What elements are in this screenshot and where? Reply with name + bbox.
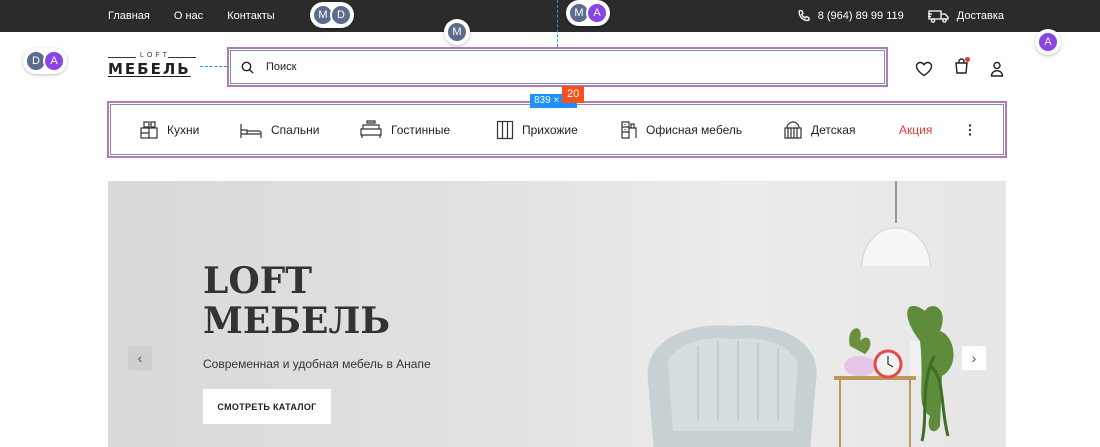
collaborator-avatar: M (446, 21, 468, 43)
category-label: Спальни (271, 122, 320, 137)
collaborator-single-right[interactable]: A (1035, 29, 1061, 55)
logo-line-left (108, 57, 136, 58)
category-label: Кухни (167, 122, 200, 137)
collaborator-avatar: A (586, 2, 608, 24)
category-label: Акция (899, 122, 933, 137)
guide-line-vertical (557, 0, 558, 47)
prev-slide-button[interactable]: ‹ (128, 346, 152, 370)
top-nav-home[interactable]: Главная (108, 10, 150, 22)
collaborator-avatar: D (330, 4, 352, 26)
category-sale[interactable]: Акция (899, 103, 932, 156)
search-icon (241, 61, 254, 73)
collaborator-avatar: A (1037, 31, 1059, 53)
top-nav-contacts[interactable]: Контакты (227, 10, 275, 22)
delivery-label: Доставка (956, 10, 1004, 22)
truck-icon (927, 10, 949, 23)
top-contacts: 8 (964) 89 99 119 Доставка (797, 0, 1004, 32)
next-slide-button[interactable]: › (962, 346, 986, 370)
guide-line-horizontal (200, 66, 227, 67)
phone-link[interactable]: 8 (964) 89 99 119 (797, 9, 904, 23)
category-label: Офисная мебель (646, 122, 743, 137)
category-label: Прихожие (522, 122, 578, 137)
search-placeholder: Поиск (266, 61, 297, 73)
category-label: Гостинные (391, 122, 451, 137)
category-living-rooms[interactable]: Гостинные (359, 103, 450, 156)
office-icon (621, 120, 637, 139)
spacing-badge: 20 (562, 86, 585, 103)
logo-line-right (168, 57, 196, 58)
collaborators-group-left[interactable]: D A (23, 48, 67, 74)
heart-icon[interactable] (915, 61, 933, 77)
logo-main-text: МЕБЕЛЬ (108, 60, 191, 78)
collaborator-single-mid[interactable]: M (444, 19, 470, 45)
search-input[interactable]: Поиск (227, 47, 888, 87)
hero-banner: LOFT МЕБЕЛЬ Современная и удобная мебель… (108, 181, 1006, 447)
cart-button[interactable] (954, 57, 970, 79)
top-bar: Главная О нас Контакты 8 (964) 89 99 119… (0, 0, 1100, 32)
delivery-link[interactable]: Доставка (927, 9, 1004, 23)
category-bedrooms[interactable]: Спальни (239, 103, 319, 156)
logo[interactable]: LOFT МЕБЕЛЬ (108, 52, 200, 78)
category-kitchens[interactable]: Кухни (139, 103, 199, 156)
more-button[interactable] (967, 103, 973, 156)
collaborators-group-topright[interactable]: M A (566, 0, 610, 26)
category-nav: Кухни Спальни Гостинные Прихожие Офисная… (107, 101, 1007, 158)
top-nav: Главная О нас Контакты (108, 0, 275, 32)
phone-number: 8 (964) 89 99 119 (817, 10, 904, 22)
armchair-illustration (647, 325, 817, 447)
cart-badge (965, 57, 970, 62)
crib-icon (784, 120, 802, 139)
top-nav-about[interactable]: О нас (174, 10, 203, 22)
user-icon[interactable] (990, 61, 1004, 77)
logo-small-text: LOFT (140, 52, 170, 59)
bed-icon (240, 123, 262, 138)
sofa-icon (360, 119, 382, 138)
wardrobe-icon (496, 120, 514, 139)
view-catalog-button[interactable]: СМОТРЕТЬ КАТАЛОГ (203, 389, 331, 424)
collaborator-avatar: A (43, 50, 65, 72)
hero-title: LOFT МЕБЕЛЬ (203, 260, 391, 342)
category-kids[interactable]: Детская (783, 103, 855, 156)
kitchen-icon (140, 120, 158, 139)
plant-table-illustration (834, 306, 954, 447)
collaborators-group-top[interactable]: M D (310, 2, 354, 28)
hero-subtitle: Современная и удобная мебель в Анапе (203, 357, 431, 371)
category-label: Детская (811, 122, 856, 137)
lamp-illustration (861, 181, 931, 267)
category-office[interactable]: Офисная мебель (620, 103, 742, 156)
more-vertical-icon (968, 123, 972, 136)
category-hallways[interactable]: Прихожие (496, 103, 578, 156)
header-actions (915, 57, 1004, 79)
phone-icon (798, 9, 810, 22)
